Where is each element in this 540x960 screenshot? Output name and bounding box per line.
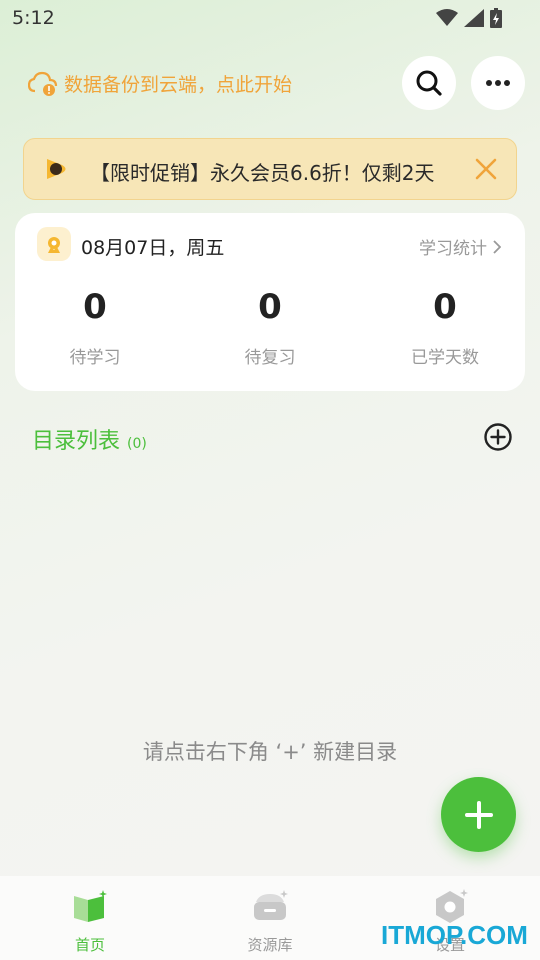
stat-value: 0 [433,287,457,327]
nav-item-resources[interactable]: 资源库 [210,888,330,955]
battery-icon [490,8,502,28]
stat-label: 已学天数 [411,348,479,368]
empty-directory-hint: 请点击右下角 ‘+’ 新建目录 [142,740,398,764]
watermark: ITMOP.COM [381,920,528,950]
search-button[interactable] [402,56,456,110]
add-fab-button[interactable] [441,777,516,852]
stat-value: 0 [83,287,107,327]
status-bar: 5:12 [0,0,540,36]
status-time: 5:12 [12,7,55,29]
stat-days-studied[interactable]: 0 已学天数 [385,285,505,368]
plus-icon [464,800,493,829]
stat-pending-review[interactable]: 0 待复习 [210,285,330,368]
signal-icon [464,9,484,27]
backup-prompt[interactable]: 数据备份到云端，点此开始 [28,70,292,97]
cloud-warning-icon [28,71,58,96]
more-button[interactable] [471,56,525,110]
directory-title-text: 目录列表 [32,429,121,454]
more-icon [486,80,510,86]
box-icon [254,890,288,920]
add-directory-icon[interactable] [483,422,513,452]
nav-label: 首页 [74,936,105,954]
directory-title: 目录列表 (0) [32,423,147,455]
close-icon[interactable] [474,157,498,181]
stat-value: 0 [258,287,282,327]
backup-text: 数据备份到云端，点此开始 [64,74,293,96]
status-icons [436,8,502,28]
stat-pending-study[interactable]: 0 待学习 [35,285,155,368]
promo-text: 【限时促销】永久会员6.6折！仅剩2天 [90,161,435,185]
promo-banner[interactable]: 【限时促销】永久会员6.6折！仅剩2天 [23,138,517,200]
megaphone-icon [47,159,66,179]
nav-item-home[interactable]: 首页 [30,888,150,955]
study-stats-label: 学习统计 [419,239,487,259]
study-stats-link[interactable]: 学习统计 [419,234,501,259]
directory-count: (0) [127,436,147,452]
calendar-badge-icon [37,227,71,261]
summary-card: 08月07日，周五 学习统计 0 待学习 0 待复习 0 已学天数 [15,213,525,391]
wifi-icon [436,9,458,26]
stat-label: 待学习 [69,348,121,368]
search-icon [416,70,442,96]
stat-label: 待复习 [244,348,296,368]
nav-label: 资源库 [247,936,293,954]
current-date: 08月07日，周五 [81,237,225,259]
chevron-right-icon [493,239,501,254]
book-icon [74,890,107,922]
header: 数据备份到云端，点此开始 [0,56,540,110]
